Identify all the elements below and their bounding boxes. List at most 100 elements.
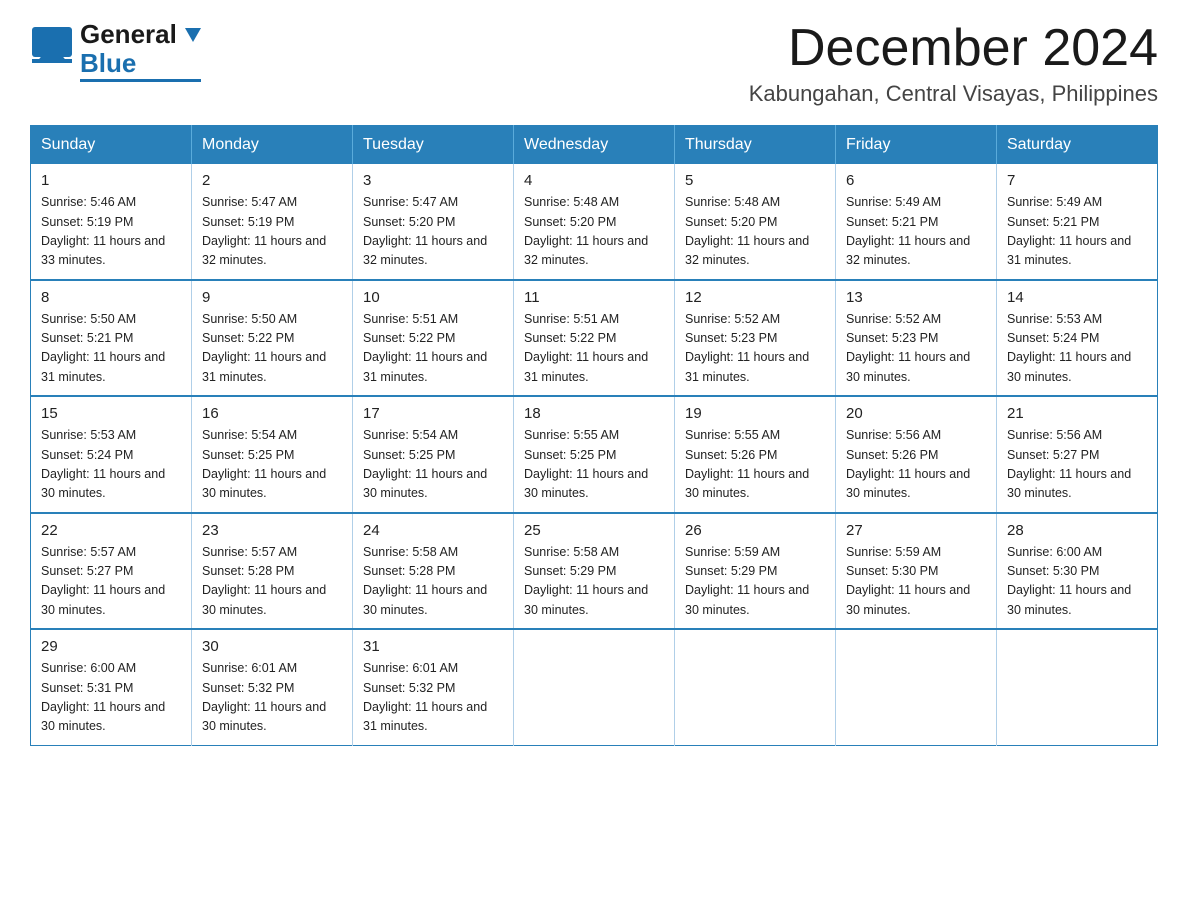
day-number: 9 [202,289,342,306]
calendar-cell: 19Sunrise: 5:55 AMSunset: 5:26 PMDayligh… [675,396,836,513]
day-info: Sunrise: 5:58 AMSunset: 5:29 PMDaylight:… [524,543,664,621]
day-number: 5 [685,172,825,189]
day-number: 14 [1007,289,1147,306]
day-number: 19 [685,405,825,422]
calendar-cell [997,629,1158,745]
day-number: 1 [41,172,181,189]
calendar-cell: 21Sunrise: 5:56 AMSunset: 5:27 PMDayligh… [997,396,1158,513]
calendar-cell: 22 Sunrise: 5:57 AMSunset: 5:27 PMDayligh… [31,513,192,630]
calendar-cell [514,629,675,745]
col-friday: Friday [836,126,997,165]
day-info: Sunrise: 5:52 AMSunset: 5:23 PMDaylight:… [846,310,986,388]
calendar-week-4: 22 Sunrise: 5:57 AMSunset: 5:27 PMDayligh… [31,513,1158,630]
calendar-cell: 23Sunrise: 5:57 AMSunset: 5:28 PMDayligh… [192,513,353,630]
day-info: Sunrise: 6:00 AMSunset: 5:30 PMDaylight:… [1007,543,1147,621]
calendar-cell: 29 Sunrise: 6:00 AMSunset: 5:31 PMDayligh… [31,629,192,745]
day-number: 20 [846,405,986,422]
logo-icon [30,25,74,77]
day-number: 6 [846,172,986,189]
logo: General Blue [30,20,201,82]
calendar-cell [836,629,997,745]
day-info: Sunrise: 5:53 AMSunset: 5:24 PMDaylight:… [41,426,181,504]
col-wednesday: Wednesday [514,126,675,165]
calendar-cell: 1 Sunrise: 5:46 AMSunset: 5:19 PMDaylight… [31,164,192,280]
day-number: 8 [41,289,181,306]
day-info: Sunrise: 5:57 AMSunset: 5:27 PMDaylight:… [41,543,181,621]
day-number: 10 [363,289,503,306]
day-info: Sunrise: 5:51 AMSunset: 5:22 PMDaylight:… [363,310,503,388]
day-info: Sunrise: 6:00 AMSunset: 5:31 PMDaylight:… [41,659,181,737]
calendar-cell: 28 Sunrise: 6:00 AMSunset: 5:30 PMDayligh… [997,513,1158,630]
day-number: 25 [524,522,664,539]
day-number: 31 [363,638,503,655]
calendar-cell: 18 Sunrise: 5:55 AMSunset: 5:25 PMDayligh… [514,396,675,513]
col-sunday: Sunday [31,126,192,165]
calendar-week-5: 29 Sunrise: 6:00 AMSunset: 5:31 PMDayligh… [31,629,1158,745]
location-title: Kabungahan, Central Visayas, Philippines [749,81,1158,107]
day-info: Sunrise: 5:48 AMSunset: 5:20 PMDaylight:… [524,193,664,271]
day-info: Sunrise: 6:01 AMSunset: 5:32 PMDaylight:… [202,659,342,737]
col-saturday: Saturday [997,126,1158,165]
day-number: 18 [524,405,664,422]
calendar-week-3: 15 Sunrise: 5:53 AMSunset: 5:24 PMDayligh… [31,396,1158,513]
calendar-cell: 25 Sunrise: 5:58 AMSunset: 5:29 PMDayligh… [514,513,675,630]
calendar-cell: 11 Sunrise: 5:51 AMSunset: 5:22 PMDayligh… [514,280,675,397]
day-info: Sunrise: 5:58 AMSunset: 5:28 PMDaylight:… [363,543,503,621]
header-right: December 2024 Kabungahan, Central Visaya… [749,20,1158,107]
col-thursday: Thursday [675,126,836,165]
day-info: Sunrise: 5:49 AMSunset: 5:21 PMDaylight:… [1007,193,1147,271]
logo-blue-text: Blue [80,49,201,83]
day-info: Sunrise: 5:55 AMSunset: 5:25 PMDaylight:… [524,426,664,504]
day-info: Sunrise: 5:59 AMSunset: 5:30 PMDaylight:… [846,543,986,621]
day-number: 24 [363,522,503,539]
calendar-cell: 13 Sunrise: 5:52 AMSunset: 5:23 PMDayligh… [836,280,997,397]
day-info: Sunrise: 5:46 AMSunset: 5:19 PMDaylight:… [41,193,181,271]
day-info: Sunrise: 5:47 AMSunset: 5:20 PMDaylight:… [363,193,503,271]
day-number: 26 [685,522,825,539]
day-info: Sunrise: 6:01 AMSunset: 5:32 PMDaylight:… [363,659,503,737]
day-number: 3 [363,172,503,189]
day-number: 27 [846,522,986,539]
calendar-cell [675,629,836,745]
calendar-cell: 14 Sunrise: 5:53 AMSunset: 5:24 PMDayligh… [997,280,1158,397]
day-number: 13 [846,289,986,306]
calendar-cell: 15 Sunrise: 5:53 AMSunset: 5:24 PMDayligh… [31,396,192,513]
day-number: 22 [41,522,181,539]
calendar-cell: 5 Sunrise: 5:48 AMSunset: 5:20 PMDaylight… [675,164,836,280]
calendar-cell: 10 Sunrise: 5:51 AMSunset: 5:22 PMDayligh… [353,280,514,397]
day-info: Sunrise: 5:50 AMSunset: 5:21 PMDaylight:… [41,310,181,388]
calendar-week-1: 1 Sunrise: 5:46 AMSunset: 5:19 PMDaylight… [31,164,1158,280]
logo-arrow-icon [185,28,201,44]
day-number: 4 [524,172,664,189]
day-info: Sunrise: 5:54 AMSunset: 5:25 PMDaylight:… [202,426,342,504]
day-info: Sunrise: 5:57 AMSunset: 5:28 PMDaylight:… [202,543,342,621]
day-info: Sunrise: 5:49 AMSunset: 5:21 PMDaylight:… [846,193,986,271]
day-number: 12 [685,289,825,306]
day-info: Sunrise: 5:53 AMSunset: 5:24 PMDaylight:… [1007,310,1147,388]
day-info: Sunrise: 5:52 AMSunset: 5:23 PMDaylight:… [685,310,825,388]
calendar-cell: 3 Sunrise: 5:47 AMSunset: 5:20 PMDaylight… [353,164,514,280]
day-number: 28 [1007,522,1147,539]
day-info: Sunrise: 5:56 AMSunset: 5:27 PMDaylight:… [1007,426,1147,504]
calendar-cell: 2Sunrise: 5:47 AMSunset: 5:19 PMDaylight… [192,164,353,280]
day-number: 11 [524,289,664,306]
logo-general-text: General [80,19,177,49]
day-number: 16 [202,405,342,422]
day-number: 15 [41,405,181,422]
calendar-cell: 26Sunrise: 5:59 AMSunset: 5:29 PMDayligh… [675,513,836,630]
day-info: Sunrise: 5:51 AMSunset: 5:22 PMDaylight:… [524,310,664,388]
day-info: Sunrise: 5:47 AMSunset: 5:19 PMDaylight:… [202,193,342,271]
calendar-cell: 17Sunrise: 5:54 AMSunset: 5:25 PMDayligh… [353,396,514,513]
calendar-cell: 24 Sunrise: 5:58 AMSunset: 5:28 PMDayligh… [353,513,514,630]
day-number: 17 [363,405,503,422]
calendar-cell: 12 Sunrise: 5:52 AMSunset: 5:23 PMDayligh… [675,280,836,397]
calendar-body: 1 Sunrise: 5:46 AMSunset: 5:19 PMDaylight… [31,164,1158,745]
day-info: Sunrise: 5:50 AMSunset: 5:22 PMDaylight:… [202,310,342,388]
day-info: Sunrise: 5:48 AMSunset: 5:20 PMDaylight:… [685,193,825,271]
calendar-cell: 20Sunrise: 5:56 AMSunset: 5:26 PMDayligh… [836,396,997,513]
page-header: General Blue December 2024 Kabungahan, C… [30,20,1158,107]
day-number: 30 [202,638,342,655]
day-number: 29 [41,638,181,655]
calendar-cell: 6 Sunrise: 5:49 AMSunset: 5:21 PMDaylight… [836,164,997,280]
calendar-cell: 30 Sunrise: 6:01 AMSunset: 5:32 PMDayligh… [192,629,353,745]
